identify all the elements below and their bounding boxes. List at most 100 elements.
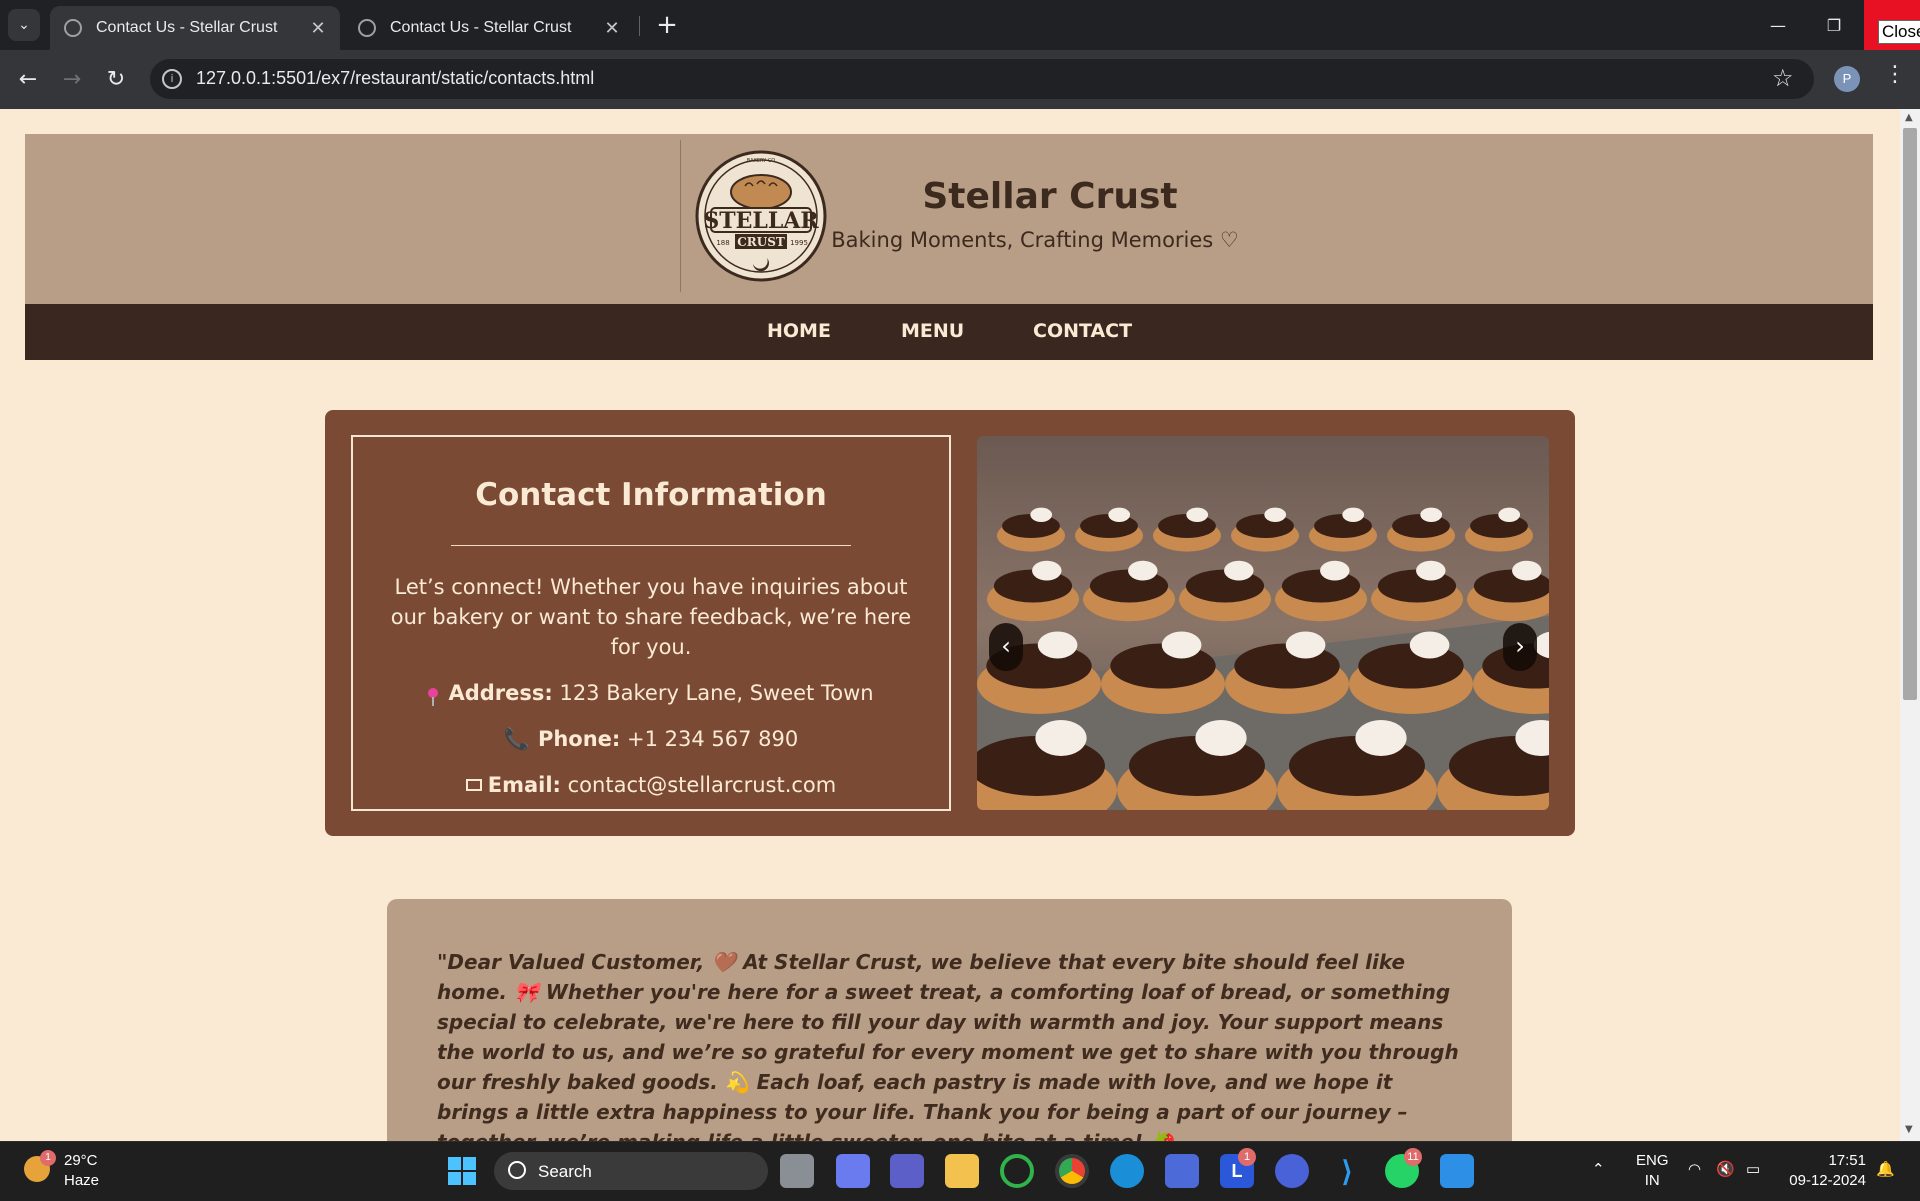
start-button[interactable]	[448, 1157, 476, 1185]
tab-close-icon[interactable]: ✕	[306, 18, 330, 39]
carousel-prev-button[interactable]: ‹	[989, 623, 1023, 671]
address-label: Address:	[448, 681, 553, 705]
clock-time: 17:51	[1828, 1152, 1866, 1169]
page-viewport: STELLAR CRUST 188 1995 BAKERY CO Stellar…	[0, 109, 1900, 1141]
browser-tab[interactable]: Contact Us - Stellar Crust ✕	[344, 6, 634, 50]
tab-separator	[639, 16, 640, 36]
url-text[interactable]: 127.0.0.1:5501/ex7/restaurant/static/con…	[196, 68, 594, 89]
profile-avatar[interactable]: P	[1834, 66, 1860, 92]
taskbar-app-file-explorer[interactable]	[945, 1154, 979, 1188]
language-indicator[interactable]: ENG IN	[1636, 1151, 1669, 1191]
scroll-up-arrow-icon[interactable]: ▲	[1905, 112, 1913, 123]
eclair-photo	[977, 436, 1549, 810]
address-value: 123 Bakery Lane, Sweet Town	[559, 681, 874, 705]
cream-dollop	[1108, 507, 1131, 522]
scrollbar-thumb[interactable]	[1903, 128, 1917, 700]
tab-close-icon[interactable]: ✕	[600, 18, 624, 39]
globe-icon	[64, 19, 82, 37]
taskbar-app-file-manager[interactable]	[780, 1154, 814, 1188]
back-button[interactable]: ←	[12, 63, 44, 95]
taskbar-app-edge[interactable]	[1110, 1154, 1144, 1188]
nav-menu-link[interactable]: MENU	[901, 320, 964, 342]
windows-logo-pane	[463, 1172, 476, 1185]
heading-divider	[451, 545, 851, 546]
main-nav: HOME MENU CONTACT	[25, 304, 1873, 360]
phone-value: +1 234 567 890	[626, 727, 799, 751]
search-icon	[508, 1161, 526, 1179]
carousel-next-button[interactable]: ›	[1503, 623, 1537, 671]
restore-button[interactable]: ❐	[1806, 0, 1862, 50]
taskbar-app-vscode[interactable]: ⟩	[1330, 1154, 1364, 1188]
taskbar-app-chrome[interactable]	[1055, 1154, 1089, 1188]
taskbar-app-photos[interactable]	[1440, 1154, 1474, 1188]
browser-tab-active[interactable]: Contact Us - Stellar Crust ✕	[50, 6, 340, 50]
svg-text:STELLAR: STELLAR	[703, 208, 819, 234]
app-badge: 1	[1238, 1148, 1256, 1166]
site-title: Stellar Crust	[922, 176, 1178, 217]
pushpin-icon	[428, 688, 439, 706]
chocolate-glaze	[993, 569, 1073, 603]
cream-dollop	[1355, 720, 1407, 756]
nav-contact-link[interactable]: CONTACT	[1033, 320, 1132, 342]
weather-condition[interactable]: Haze	[64, 1172, 99, 1189]
envelope-icon	[465, 779, 482, 791]
tray-chevron-icon[interactable]: ⌃	[1592, 1160, 1605, 1178]
forward-button[interactable]: →	[56, 63, 88, 95]
letter-text: "Dear Valued Customer, 🤎 At Stellar Crus…	[437, 950, 1459, 1141]
minimize-icon: —	[1770, 15, 1786, 35]
browser-menu-icon[interactable]: ⋮	[1884, 62, 1906, 87]
chocolate-glaze	[1002, 514, 1060, 538]
taskbar-app-store[interactable]	[1165, 1154, 1199, 1188]
chocolate-glaze	[1158, 514, 1216, 538]
chocolate-glaze	[1470, 514, 1528, 538]
contact-section: Contact Information Let’s connect! Wheth…	[325, 410, 1575, 836]
tab-search-button[interactable]: ⌄	[8, 9, 40, 41]
new-tab-button[interactable]: +	[652, 10, 682, 40]
header-divider	[680, 140, 681, 292]
chocolate-glaze	[1236, 514, 1294, 538]
wifi-icon[interactable]: ◠	[1688, 1160, 1701, 1178]
phone-label: Phone:	[537, 727, 621, 751]
temperature[interactable]: 29°C	[64, 1152, 98, 1169]
taskbar-search[interactable]: Search	[494, 1152, 768, 1190]
cream-dollop	[1320, 560, 1350, 581]
scroll-down-arrow-icon[interactable]: ▼	[1905, 1124, 1913, 1135]
nav-home-link[interactable]: HOME	[767, 320, 831, 342]
taskbar-app-teams[interactable]	[890, 1154, 924, 1188]
email-line: Email: contact@stellarcrust.com	[353, 770, 949, 800]
taskbar-app-ring[interactable]	[1000, 1154, 1034, 1188]
cream-dollop	[1037, 631, 1078, 659]
forward-arrow-icon: →	[62, 66, 82, 92]
chocolate-glaze	[1392, 514, 1450, 538]
mute-icon[interactable]: 🔇	[1716, 1160, 1735, 1178]
stellar-crust-logo: STELLAR CRUST 188 1995 BAKERY CO	[695, 150, 827, 282]
bookmark-star-icon[interactable]: ☆	[1772, 64, 1794, 92]
reload-icon: ↻	[106, 66, 126, 92]
taskbar-app-arc[interactable]	[1275, 1154, 1309, 1188]
windows-taskbar: 1 29°C Haze Search L 1 ⟩ 11 ⌃ ENG IN ◠ 🔇…	[0, 1141, 1920, 1201]
taskbar-app-copilot[interactable]	[836, 1154, 870, 1188]
phone-icon: 📞	[503, 727, 530, 751]
site-info-icon[interactable]: i	[162, 69, 182, 89]
clock-date: 09-12-2024	[1789, 1172, 1866, 1189]
address-line: Address: 123 Bakery Lane, Sweet Town	[353, 678, 949, 708]
reload-button[interactable]: ↻	[100, 63, 132, 95]
minimize-button[interactable]: —	[1750, 0, 1806, 50]
tab-title: Contact Us - Stellar Crust	[96, 19, 278, 36]
back-arrow-icon: ←	[18, 66, 38, 92]
image-carousel[interactable]: ‹ ›	[977, 436, 1549, 810]
chocolate-glaze	[1129, 736, 1265, 796]
chrome-icon	[1059, 1158, 1085, 1184]
clock[interactable]: 17:51 09-12-2024	[1786, 1151, 1866, 1191]
lang-line2: IN	[1644, 1172, 1660, 1189]
svg-text:BAKERY CO: BAKERY CO	[747, 158, 776, 164]
app-badge: 11	[1404, 1148, 1422, 1166]
phone-line: 📞 Phone: +1 234 567 890	[353, 724, 949, 754]
windows-logo-icon	[448, 1157, 461, 1170]
cream-dollop	[1264, 507, 1287, 522]
contact-info-box: Contact Information Let’s connect! Wheth…	[351, 435, 951, 811]
contact-intro: Let’s connect! Whether you have inquirie…	[390, 575, 912, 659]
battery-icon[interactable]: ▭	[1746, 1160, 1760, 1178]
notification-bell-icon[interactable]: 🔔	[1876, 1160, 1895, 1178]
chevron-down-icon: ⌄	[18, 17, 30, 33]
